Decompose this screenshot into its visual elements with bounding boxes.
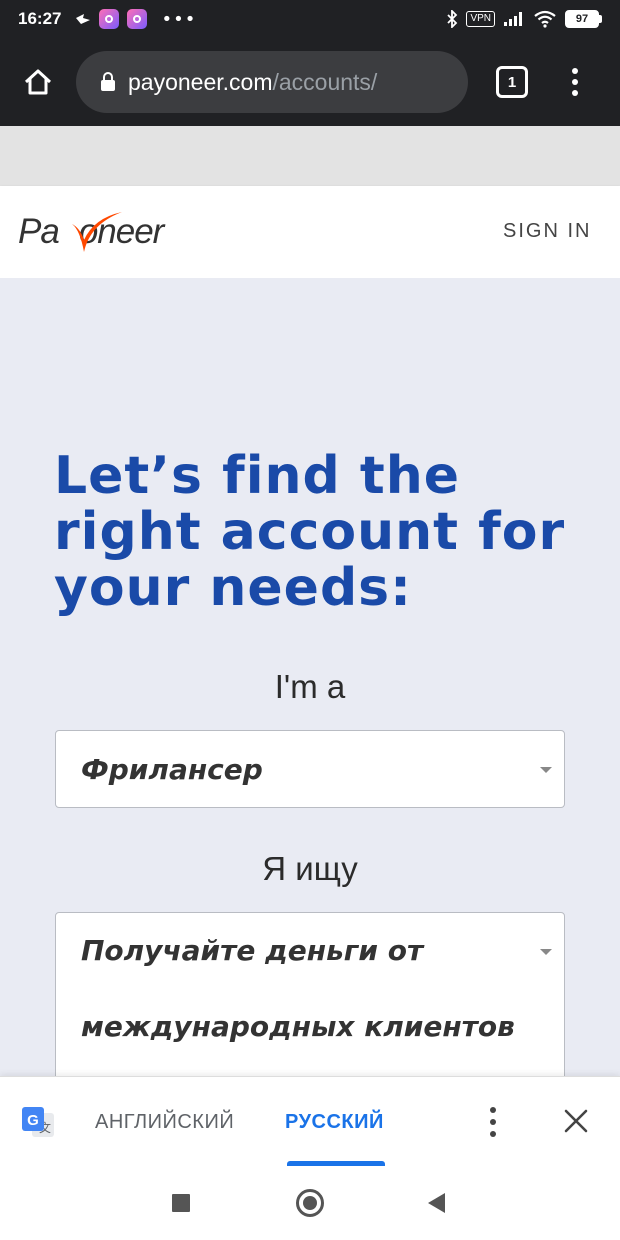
bluetooth-icon bbox=[447, 10, 458, 28]
home-button[interactable] bbox=[0, 38, 76, 126]
lock-icon bbox=[101, 72, 115, 91]
role-select-value: Фрилансер bbox=[81, 753, 263, 786]
more-notifications-icon: ••• bbox=[161, 8, 197, 30]
close-icon[interactable] bbox=[562, 1107, 590, 1135]
chevron-down-icon bbox=[540, 949, 552, 955]
page-top-band bbox=[0, 126, 620, 186]
app-notification-icon bbox=[99, 9, 120, 29]
sign-in-link[interactable]: SIGN IN bbox=[503, 220, 591, 243]
status-time: 16:27 bbox=[18, 9, 62, 28]
bird-icon bbox=[76, 14, 91, 24]
browser-toolbar: payoneer.com/accounts/ 1 bbox=[0, 38, 620, 126]
battery-level: 97 bbox=[565, 10, 599, 28]
logo-swoosh-icon bbox=[72, 212, 122, 252]
main-content: Let’s find the right account for your ne… bbox=[0, 278, 620, 1092]
recents-button[interactable] bbox=[172, 1194, 190, 1212]
role-select[interactable]: Фрилансер bbox=[55, 730, 565, 808]
translate-bar: 文 G АНГЛИЙСКИЙ РУССКИЙ bbox=[0, 1076, 620, 1166]
google-translate-icon: 文 G bbox=[22, 1107, 54, 1137]
url-path: /accounts/ bbox=[272, 68, 378, 95]
site-header: Pa oneer SIGN IN bbox=[0, 186, 620, 278]
tab-language-source[interactable]: АНГЛИЙСКИЙ bbox=[95, 1111, 234, 1134]
tab-switcher-button[interactable]: 1 bbox=[496, 66, 528, 98]
notification-icons: ••• bbox=[75, 9, 196, 30]
tab-language-target[interactable]: РУССКИЙ bbox=[285, 1111, 384, 1134]
page-headline: Let’s find the right account for your ne… bbox=[54, 446, 566, 618]
looking-for-label: Я ищу bbox=[262, 850, 358, 887]
status-right: VPN 97 bbox=[446, 10, 602, 28]
payoneer-logo[interactable]: Pa oneer bbox=[18, 212, 198, 272]
system-nav-bar bbox=[0, 1166, 620, 1240]
looking-for-select-value: Получайте деньги от международных клиент… bbox=[81, 934, 515, 1043]
looking-for-select[interactable]: Получайте деньги от международных клиент… bbox=[55, 912, 565, 1092]
address-bar[interactable]: payoneer.com/accounts/ bbox=[76, 51, 468, 113]
url-text: payoneer.com/accounts/ bbox=[128, 69, 377, 96]
status-bar: 16:27 ••• VPN 97 bbox=[0, 0, 620, 38]
chevron-down-icon bbox=[540, 767, 552, 773]
wifi-icon bbox=[534, 10, 556, 28]
vpn-badge: VPN bbox=[466, 11, 495, 27]
browser-menu-button[interactable] bbox=[560, 64, 590, 100]
role-label: I'm a bbox=[274, 668, 346, 705]
home-nav-button[interactable] bbox=[296, 1189, 324, 1217]
battery-icon: 97 bbox=[565, 10, 602, 28]
url-host: payoneer.com bbox=[128, 68, 273, 95]
home-icon bbox=[24, 69, 52, 95]
svg-text:G: G bbox=[27, 1112, 39, 1129]
signal-icon bbox=[504, 12, 522, 26]
app-notification-icon-2 bbox=[127, 9, 148, 29]
translate-menu-button[interactable] bbox=[488, 1107, 498, 1137]
back-button[interactable] bbox=[428, 1193, 445, 1213]
